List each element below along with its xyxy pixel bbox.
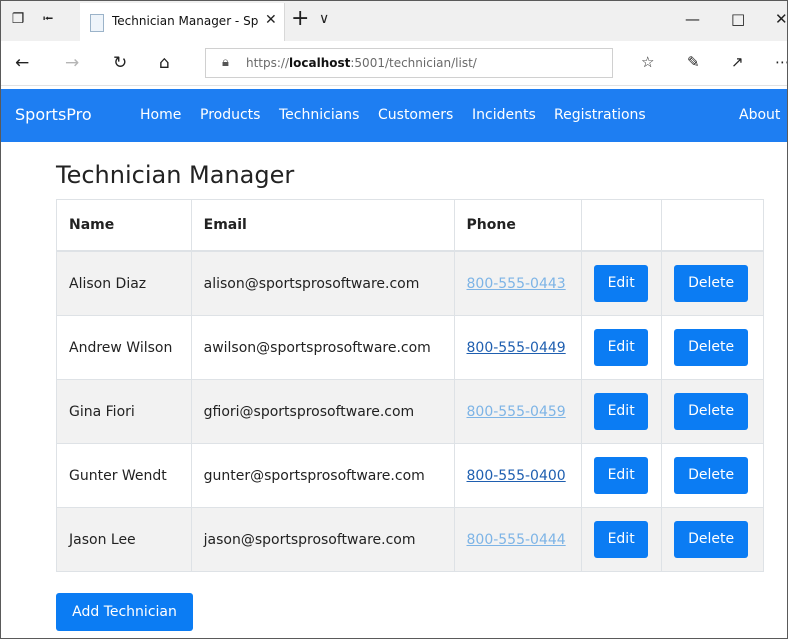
edit-button[interactable]: Edit xyxy=(594,521,649,558)
favorites-icon[interactable]: ☆ xyxy=(641,53,654,71)
share-icon[interactable]: ↗ xyxy=(731,53,744,71)
browser-tab[interactable]: Technician Manager - Sp ✕ xyxy=(80,3,285,41)
maximize-icon[interactable]: □ xyxy=(731,10,745,28)
cell-delete: Delete xyxy=(661,315,764,380)
delete-button[interactable]: Delete xyxy=(674,329,749,366)
nav-registrations[interactable]: Registrations xyxy=(554,107,646,123)
cell-name: Andrew Wilson xyxy=(56,315,192,380)
lock-icon: 🔒︎ xyxy=(222,55,229,70)
cell-name: Alison Diaz xyxy=(56,250,192,316)
delete-button[interactable]: Delete xyxy=(674,521,749,558)
header-delete xyxy=(661,199,764,252)
cell-email: gunter@sportsprosoftware.com xyxy=(190,443,455,508)
phone-link[interactable]: 800-555-0400 xyxy=(467,468,566,484)
more-icon[interactable]: ⋯ xyxy=(775,53,787,71)
cell-edit: Edit xyxy=(581,250,663,316)
brand-link[interactable]: SportsPro xyxy=(15,105,92,124)
cell-phone: 800-555-0444 xyxy=(453,507,583,572)
nav-home[interactable]: Home xyxy=(140,107,181,123)
cell-phone: 800-555-0459 xyxy=(453,379,583,444)
close-tab-icon[interactable]: ✕ xyxy=(265,12,277,28)
header-edit xyxy=(581,199,663,252)
table-row: Jason Lee jason@sportsprosoftware.com 80… xyxy=(56,507,764,572)
table-row: Andrew Wilson awilson@sportsprosoftware.… xyxy=(56,315,764,380)
delete-button[interactable]: Delete xyxy=(674,393,749,430)
new-tab-icon[interactable]: + xyxy=(291,6,309,31)
header-email: Email xyxy=(190,199,455,252)
delete-button[interactable]: Delete xyxy=(674,265,749,302)
header-name: Name xyxy=(56,199,192,252)
tab-title: Technician Manager - Sp xyxy=(112,14,259,28)
edit-button[interactable]: Edit xyxy=(594,329,649,366)
chevron-down-icon[interactable]: ∨ xyxy=(319,11,329,27)
site-navbar: SportsPro Home Products Technicians Cust… xyxy=(1,89,787,142)
refresh-icon[interactable]: ↻ xyxy=(113,53,127,73)
close-window-icon[interactable]: ✕ xyxy=(775,10,787,28)
cell-edit: Edit xyxy=(581,379,663,444)
add-technician-button[interactable]: Add Technician xyxy=(56,593,193,631)
cell-email: alison@sportsprosoftware.com xyxy=(190,250,455,316)
nav-incidents[interactable]: Incidents xyxy=(472,107,536,123)
cell-email: awilson@sportsprosoftware.com xyxy=(190,315,455,380)
cell-phone: 800-555-0443 xyxy=(453,250,583,316)
phone-link[interactable]: 800-555-0449 xyxy=(467,340,566,356)
delete-button[interactable]: Delete xyxy=(674,457,749,494)
set-tabs-aside-icon[interactable]: ⭰ xyxy=(39,11,57,27)
cell-edit: Edit xyxy=(581,443,663,508)
phone-link[interactable]: 800-555-0459 xyxy=(467,404,566,420)
cell-name: Jason Lee xyxy=(56,507,192,572)
header-phone: Phone xyxy=(453,199,583,252)
cell-edit: Edit xyxy=(581,315,663,380)
back-icon[interactable]: ← xyxy=(15,53,29,73)
minimize-icon[interactable]: — xyxy=(685,10,700,28)
page-favicon-icon xyxy=(90,14,104,32)
table-row: Gunter Wendt gunter@sportsprosoftware.co… xyxy=(56,443,764,508)
table-row: Alison Diaz alison@sportsprosoftware.com… xyxy=(56,250,764,316)
cell-email: gfiori@sportsprosoftware.com xyxy=(190,379,455,444)
url-field[interactable]: 🔒︎ https://localhost:5001/technician/lis… xyxy=(205,48,613,78)
cell-name: Gunter Wendt xyxy=(56,443,192,508)
table-header-row: Name Email Phone xyxy=(56,199,764,252)
technician-table: Name Email Phone Alison Diaz alison@spor… xyxy=(56,199,764,572)
cell-edit: Edit xyxy=(581,507,663,572)
forward-icon[interactable]: → xyxy=(65,53,79,73)
edit-button[interactable]: Edit xyxy=(594,393,649,430)
pen-icon[interactable]: ✎ xyxy=(687,53,700,71)
url-text: https://localhost:5001/technician/list/ xyxy=(246,56,477,70)
page-title: Technician Manager xyxy=(56,161,295,189)
cell-name: Gina Fiori xyxy=(56,379,192,444)
cell-phone: 800-555-0400 xyxy=(453,443,583,508)
edit-button[interactable]: Edit xyxy=(594,265,649,302)
cell-email: jason@sportsprosoftware.com xyxy=(190,507,455,572)
cell-delete: Delete xyxy=(661,443,764,508)
phone-link[interactable]: 800-555-0444 xyxy=(467,532,566,548)
home-icon[interactable]: ⌂ xyxy=(159,53,170,73)
nav-customers[interactable]: Customers xyxy=(378,107,453,123)
nav-about[interactable]: About xyxy=(739,107,780,123)
title-bar: ❐ ⭰ Technician Manager - Sp ✕ + ∨ — □ ✕ xyxy=(1,1,787,41)
cell-delete: Delete xyxy=(661,250,764,316)
table-row: Gina Fiori gfiori@sportsprosoftware.com … xyxy=(56,379,764,444)
phone-link[interactable]: 800-555-0443 xyxy=(467,276,566,292)
cell-delete: Delete xyxy=(661,507,764,572)
address-bar-row: ← → ↻ ⌂ 🔒︎ https://localhost:5001/techni… xyxy=(1,41,787,86)
cell-phone: 800-555-0449 xyxy=(453,315,583,380)
nav-technicians[interactable]: Technicians xyxy=(279,107,359,123)
edit-button[interactable]: Edit xyxy=(594,457,649,494)
nav-products[interactable]: Products xyxy=(200,107,260,123)
browser-window: ❐ ⭰ Technician Manager - Sp ✕ + ∨ — □ ✕ … xyxy=(0,0,788,639)
tab-actions-icon[interactable]: ❐ xyxy=(9,11,27,27)
cell-delete: Delete xyxy=(661,379,764,444)
